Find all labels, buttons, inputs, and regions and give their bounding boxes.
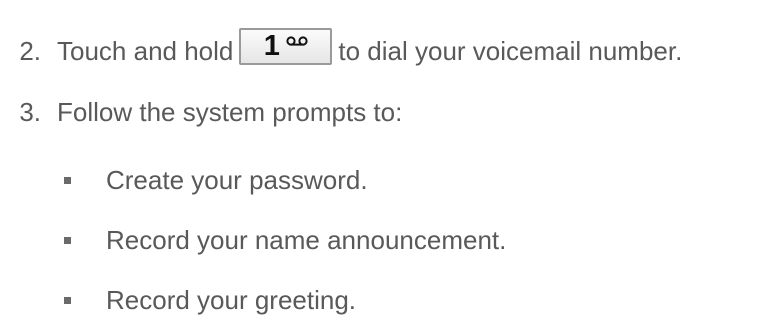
step-text-after: to dial your voicemail number. (338, 35, 683, 66)
bullet-icon (64, 176, 71, 184)
step-number: 3. (19, 97, 41, 127)
key-digit: 1 (263, 30, 280, 62)
list-item-text: Create your password. (106, 165, 368, 195)
list-item: Create your password. (64, 167, 368, 193)
step-2: 2. Touch and hold 1 to dial your voicema… (0, 28, 683, 69)
list-item-text: Record your name announcement. (106, 225, 507, 255)
list-item: Record your name announcement. (64, 227, 506, 253)
step-3: 3. Follow the system prompts to: (0, 99, 402, 125)
list-item-text: Record your greeting. (106, 285, 357, 315)
step-text: Touch and hold 1 to dial your voicemail … (57, 28, 683, 69)
bullet-icon (64, 236, 71, 244)
voicemail-key-button: 1 (239, 28, 333, 65)
step-text-before: Touch and hold (57, 35, 234, 66)
step-number: 2. (19, 35, 41, 66)
list-item: Record your greeting. (64, 287, 356, 313)
step-text: Follow the system prompts to: (57, 97, 403, 127)
bullet-icon (64, 296, 71, 304)
voicemail-icon (286, 35, 308, 46)
